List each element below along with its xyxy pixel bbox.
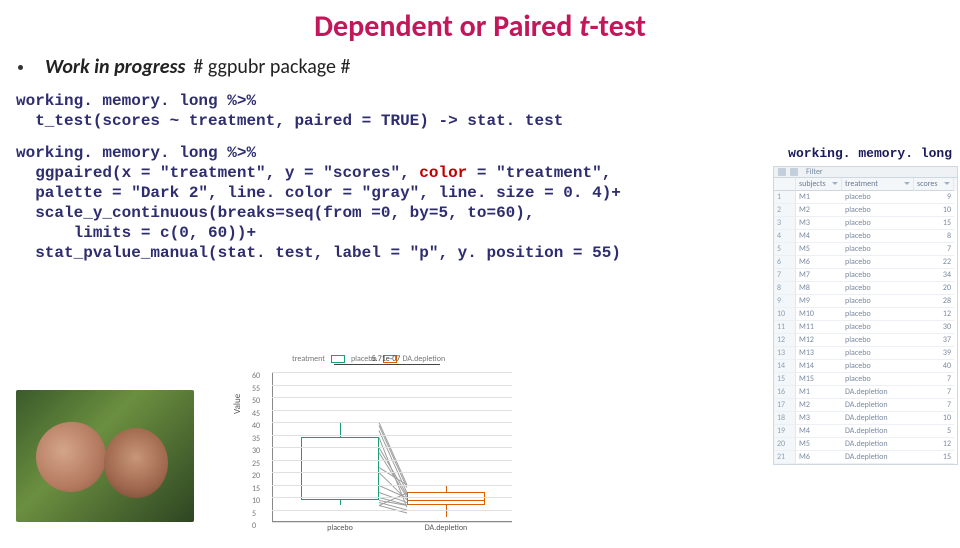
table-row[interactable]: 2M2placebo10: [774, 204, 957, 217]
table-row[interactable]: 7M7placebo34: [774, 269, 957, 282]
y-axis-label: Value: [232, 394, 243, 414]
side-code-label: working. memory. long: [788, 146, 952, 161]
table-row[interactable]: 3M3placebo15: [774, 217, 957, 230]
xtick-DA.depletion: DA.depletion: [407, 523, 485, 533]
pvalue-bracket: [334, 364, 440, 365]
table-row[interactable]: 12M12placebo37: [774, 334, 957, 347]
col-subjects[interactable]: subjects: [796, 178, 842, 191]
col-scores[interactable]: scores: [914, 178, 954, 191]
code2-arg: color: [419, 164, 467, 182]
table-row[interactable]: 8M8placebo20: [774, 282, 957, 295]
filter-icon: [790, 168, 798, 176]
wip-label: Work in progress: [45, 55, 185, 79]
col-rownum: [774, 178, 796, 191]
table-row[interactable]: 18M3DA.depletion10: [774, 412, 957, 425]
title-ital: t: [579, 8, 589, 45]
title-post: -test: [590, 8, 646, 45]
xtick-placebo: placebo: [301, 523, 379, 533]
table-icon: [778, 168, 786, 176]
code-block-1: working. memory. long %>% t_test(scores …: [16, 91, 761, 131]
col-treatment[interactable]: treatment: [842, 178, 914, 191]
table-row[interactable]: 21M6DA.depletion15: [774, 451, 957, 464]
data-viewer: Filter subjects treatment scores 1M1plac…: [773, 166, 958, 465]
table-body: 1M1placebo92M2placebo103M3placebo154M4pl…: [773, 191, 958, 465]
table-row[interactable]: 6M6placebo22: [774, 256, 957, 269]
table-row[interactable]: 9M9placebo28: [774, 295, 957, 308]
pvalue-label: 5.71e-07: [336, 354, 436, 364]
table-header: subjects treatment scores: [773, 178, 958, 191]
table-row[interactable]: 4M4placebo8: [774, 230, 957, 243]
table-row[interactable]: 15M15placebo7: [774, 373, 957, 386]
table-row[interactable]: 13M13placebo39: [774, 347, 957, 360]
table-row[interactable]: 10M10placebo12: [774, 308, 957, 321]
bullet-rest: # ggpubr package #: [193, 55, 350, 79]
monkey-photo: [16, 390, 194, 522]
page-title: Dependent or Paired t-test: [0, 8, 960, 45]
table-row[interactable]: 1M1placebo9: [774, 191, 957, 204]
title-pre: Dependent or Paired: [314, 8, 579, 45]
table-row[interactable]: 19M4DA.depletion5: [774, 425, 957, 438]
paired-boxplot: treatment placebo DA.depletion Value 5.7…: [228, 354, 528, 544]
filter-label: Filter: [806, 167, 823, 177]
code-block-2: working. memory. long %>% ggpaired(x = "…: [16, 143, 761, 263]
bottom-row: treatment placebo DA.depletion Value 5.7…: [16, 354, 528, 544]
table-row[interactable]: 16M1DA.depletion7: [774, 386, 957, 399]
table-row[interactable]: 14M14placebo40: [774, 360, 957, 373]
legend-title: treatment: [292, 354, 325, 364]
table-row[interactable]: 20M5DA.depletion12: [774, 438, 957, 451]
bullet-icon: [18, 65, 23, 70]
table-row[interactable]: 5M5placebo7: [774, 243, 957, 256]
bullet-line: Work in progress # ggpubr package #: [18, 55, 960, 79]
table-row[interactable]: 17M2DA.depletion7: [774, 399, 957, 412]
code2-a: working. memory. long %>% ggpaired(x = "…: [16, 144, 419, 182]
table-row[interactable]: 11M11placebo30: [774, 321, 957, 334]
box-DA.depletion: [407, 492, 485, 505]
data-viewer-toolbar: Filter: [773, 166, 958, 178]
